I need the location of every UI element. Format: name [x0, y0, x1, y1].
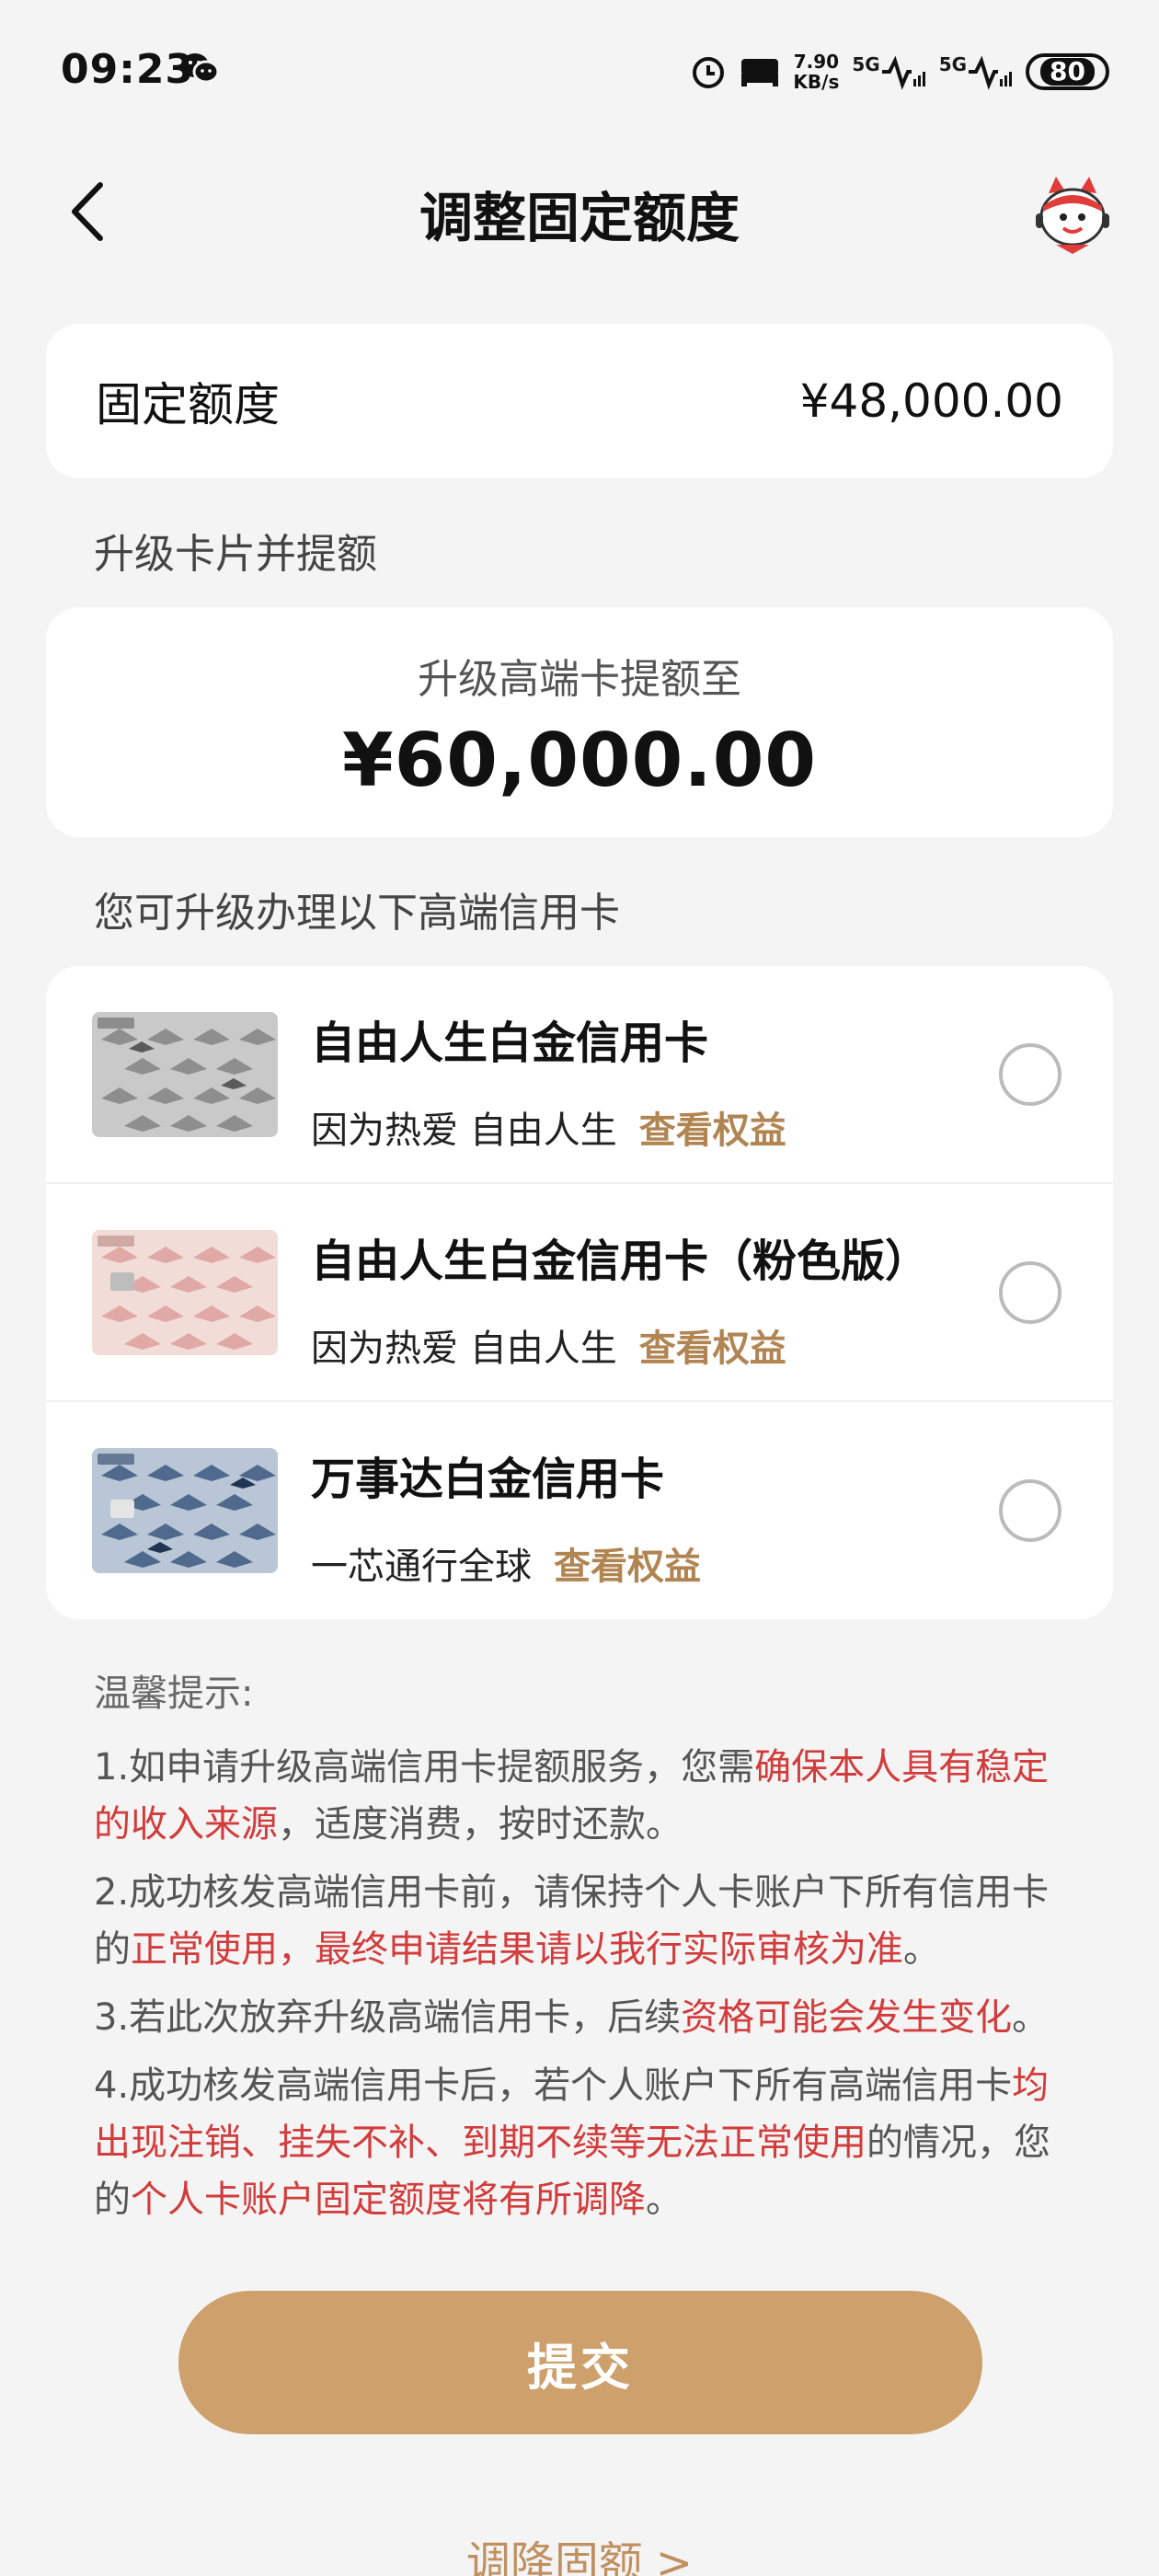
- view-benefits-link[interactable]: 查看权益: [639, 1110, 786, 1152]
- upgrade-limit-card: 升级高端卡提额至 ¥60,000.00: [46, 607, 1113, 837]
- status-time: 09:23: [61, 46, 195, 93]
- fixed-limit-label: 固定额度: [96, 378, 280, 431]
- card-name: 自由人生白金信用卡（粉色版）: [311, 1236, 930, 1287]
- upgrade-section-title: 升级卡片并提额: [94, 531, 377, 578]
- tips-title: 温馨提示:: [94, 1673, 254, 1715]
- tips-section: 温馨提示: 1.如申请升级高端信用卡提额服务，您需确保本人具有稳定的收入来源，适…: [94, 1663, 1069, 2239]
- battery-indicator: 80: [1026, 53, 1109, 90]
- tip-item: 3.若此次放弃升级高端信用卡，后续资格可能会发生变化。: [94, 1989, 1069, 2046]
- page-title: 调整固定额度: [419, 187, 740, 249]
- tip-text: ，适度消费，按时还款。: [278, 1803, 683, 1846]
- view-benefits-link[interactable]: 查看权益: [639, 1328, 786, 1370]
- upgrade-amount: ¥60,000.00: [341, 718, 818, 803]
- tip-highlight: 正常使用，最终申请结果请以我行实际审核为准: [131, 1928, 903, 1971]
- fixed-limit-card: 固定额度 ¥48,000.00: [46, 324, 1113, 478]
- blue-crane-card-image: [92, 1448, 278, 1573]
- card-tagline: 一芯通行全球: [311, 1546, 532, 1588]
- chevron-right-icon: >: [655, 2537, 694, 2576]
- network-speed-unit: KB/s: [793, 71, 840, 93]
- fixed-limit-amount: ¥48,000.00: [799, 374, 1063, 428]
- signal-5g-2: 5G: [939, 53, 1013, 90]
- nav-bar: 调整固定额度: [0, 156, 1159, 267]
- lower-limit-label: 调降固额: [465, 2537, 643, 2576]
- signal-icon: [969, 55, 1013, 90]
- card-tagline: 因为热爱 自由人生: [311, 1110, 617, 1152]
- lower-limit-link[interactable]: 调降固额 >: [0, 2526, 1159, 2576]
- tip-text: 。: [646, 2179, 683, 2221]
- card-description: 一芯通行全球 查看权益: [311, 1536, 701, 1590]
- card-radio-button[interactable]: [999, 1261, 1061, 1324]
- signal-icon: [881, 55, 925, 90]
- submit-button[interactable]: 提交: [178, 2291, 982, 2434]
- card-options-list: 自由人生白金信用卡 因为热爱 自由人生 查看权益 自由人生白金信用卡（粉色版） 因…: [46, 966, 1113, 1619]
- card-option[interactable]: 自由人生白金信用卡（粉色版） 因为热爱 自由人生 查看权益: [46, 1184, 1113, 1402]
- tip-text: 4.成功核发高端信用卡后，若个人账户下所有高端信用卡: [94, 2064, 1013, 2107]
- network-speed: 7.90 KB/s: [793, 52, 839, 92]
- card-description: 因为热爱 自由人生 查看权益: [311, 1318, 786, 1372]
- card-option[interactable]: 自由人生白金信用卡 因为热爱 自由人生 查看权益: [46, 966, 1113, 1184]
- signal-5g-label: 5G: [938, 53, 968, 75]
- cards-section-title: 您可升级办理以下高端信用卡: [94, 890, 620, 937]
- tip-item: 4.成功核发高端信用卡后，若个人账户下所有高端信用卡均出现注销、挂失不补、到期不…: [94, 2057, 1069, 2228]
- signal-5g-1: 5G: [852, 53, 925, 90]
- tip-item: 1.如申请升级高端信用卡提额服务，您需确保本人具有稳定的收入来源，适度消费，按时…: [94, 1739, 1069, 1853]
- card-radio-button[interactable]: [999, 1479, 1061, 1542]
- pink-crane-card-image: [92, 1230, 278, 1355]
- card-radio-button[interactable]: [999, 1043, 1061, 1106]
- tip-text: 3.若此次放弃升级高端信用卡，后续: [94, 1996, 682, 2039]
- tip-text: 。: [1012, 1996, 1050, 2039]
- status-bar: 09:23 7.90 KB/s 5G 5G 80: [0, 0, 1159, 147]
- card-name: 自由人生白金信用卡: [311, 1018, 709, 1069]
- signal-5g-label: 5G: [852, 53, 880, 75]
- tip-text: 。: [903, 1928, 940, 1971]
- battery-level: 80: [1040, 58, 1095, 86]
- tip-highlight: 个人卡账户固定额度将有所调降: [131, 2179, 646, 2221]
- tip-item: 2.成功核发高端信用卡前，请保持个人卡账户下所有信用卡的正常使用，最终申请结果请…: [94, 1864, 1069, 1978]
- wechat-icon: [181, 53, 219, 84]
- status-right: 7.90 KB/s 5G 5G 80: [690, 46, 1109, 98]
- tip-text: 1.如申请升级高端信用卡提额服务，您需: [94, 1746, 755, 1788]
- card-option[interactable]: 万事达白金信用卡 一芯通行全球 查看权益: [46, 1402, 1113, 1619]
- view-benefits-link[interactable]: 查看权益: [554, 1546, 701, 1588]
- assistant-mascot-icon[interactable]: [1028, 169, 1117, 258]
- card-tagline: 因为热爱 自由人生: [311, 1328, 617, 1370]
- card-name: 万事达白金信用卡: [311, 1454, 665, 1505]
- bed-icon: [741, 59, 779, 86]
- network-speed-value: 7.90: [793, 51, 840, 73]
- alarm-icon: [693, 57, 725, 88]
- gray-crane-card-image: [92, 1012, 278, 1137]
- tip-highlight: 资格可能会发生变化: [681, 1996, 1013, 2039]
- card-description: 因为热爱 自由人生 查看权益: [311, 1100, 786, 1154]
- upgrade-subtitle: 升级高端卡提额至: [418, 656, 741, 703]
